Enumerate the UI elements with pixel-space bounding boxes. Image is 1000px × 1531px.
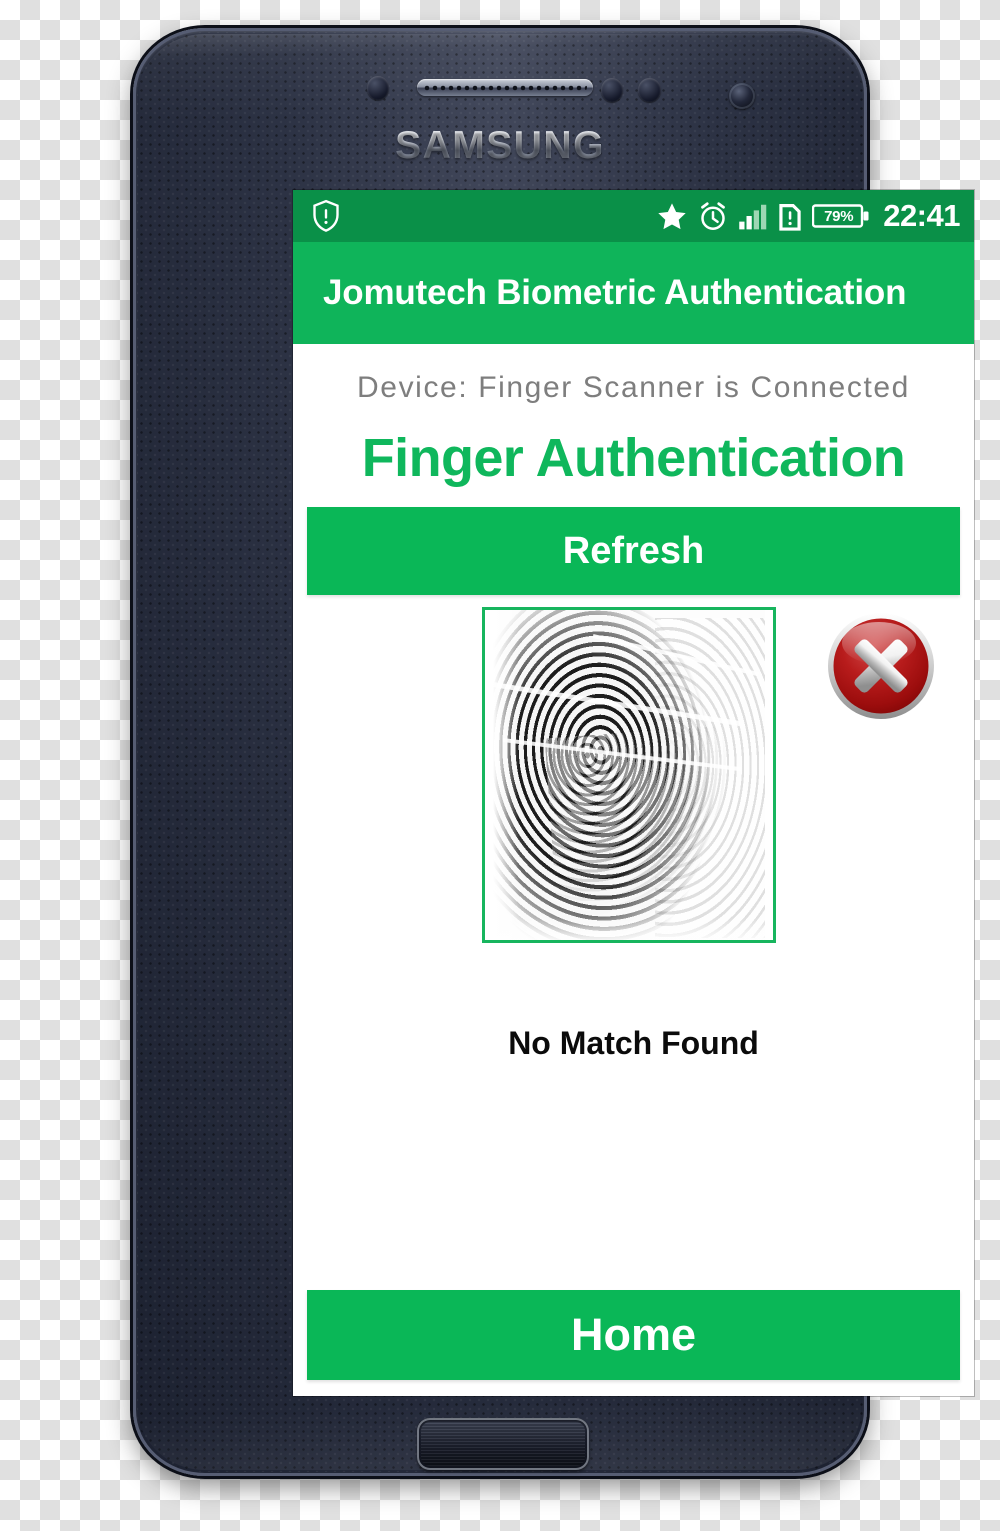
refresh-button[interactable]: Refresh bbox=[307, 507, 960, 595]
alarm-clock-icon bbox=[698, 201, 728, 232]
sim-card-alert-icon bbox=[778, 200, 802, 232]
battery-icon: 79% bbox=[812, 201, 870, 231]
phone-screen: 79% 22:41 Jomutech Biometric Authenticat… bbox=[293, 190, 974, 1396]
home-button-label: Home bbox=[570, 1309, 697, 1360]
battery-percent-label: 79% bbox=[824, 207, 854, 225]
gesture-sensor-icon bbox=[638, 78, 661, 102]
home-button[interactable]: Home bbox=[307, 1290, 960, 1380]
light-sensor-icon bbox=[601, 78, 623, 102]
star-icon bbox=[656, 201, 688, 232]
status-bar-left-icons bbox=[311, 199, 341, 233]
fingerprint-scan-row bbox=[293, 607, 974, 967]
page-title: Finger Authentication bbox=[361, 428, 906, 488]
physical-home-key[interactable] bbox=[417, 1418, 589, 1470]
app-title-bar: Jomutech Biometric Authentication bbox=[293, 242, 974, 344]
status-bar-clock: 22:41 bbox=[883, 198, 960, 233]
status-bar-right-icons: 79% 22:41 bbox=[656, 198, 960, 234]
app-content: Device: Finger Scanner is Connected Fing… bbox=[293, 344, 974, 1396]
fingerprint-left-fade bbox=[493, 610, 519, 940]
proximity-sensor-icon bbox=[367, 76, 389, 100]
fingerprint-preview-frame[interactable] bbox=[482, 607, 776, 943]
refresh-button-label: Refresh bbox=[562, 529, 705, 572]
earpiece-speaker bbox=[417, 79, 593, 96]
samsung-phone-device: SAMSUNG 79% 22:41 Jomutech Biometric Aut… bbox=[133, 28, 974, 1476]
shield-alert-icon bbox=[311, 199, 341, 233]
match-result-text: No Match Found bbox=[508, 1025, 759, 1061]
app-title: Jomutech Biometric Authentication bbox=[323, 273, 907, 312]
front-camera-icon bbox=[729, 83, 755, 109]
fingerprint-bottom-fade bbox=[493, 918, 765, 940]
device-status-text: Device: Finger Scanner is Connected bbox=[357, 371, 910, 404]
fingerprint-ridges-secondary bbox=[544, 722, 765, 940]
status-bar: 79% 22:41 bbox=[293, 190, 974, 242]
fingerprint-image bbox=[493, 610, 765, 940]
samsung-brand-logo: SAMSUNG bbox=[133, 124, 867, 168]
signal-bars-icon bbox=[738, 201, 768, 231]
error-x-circle-icon[interactable] bbox=[825, 610, 937, 722]
